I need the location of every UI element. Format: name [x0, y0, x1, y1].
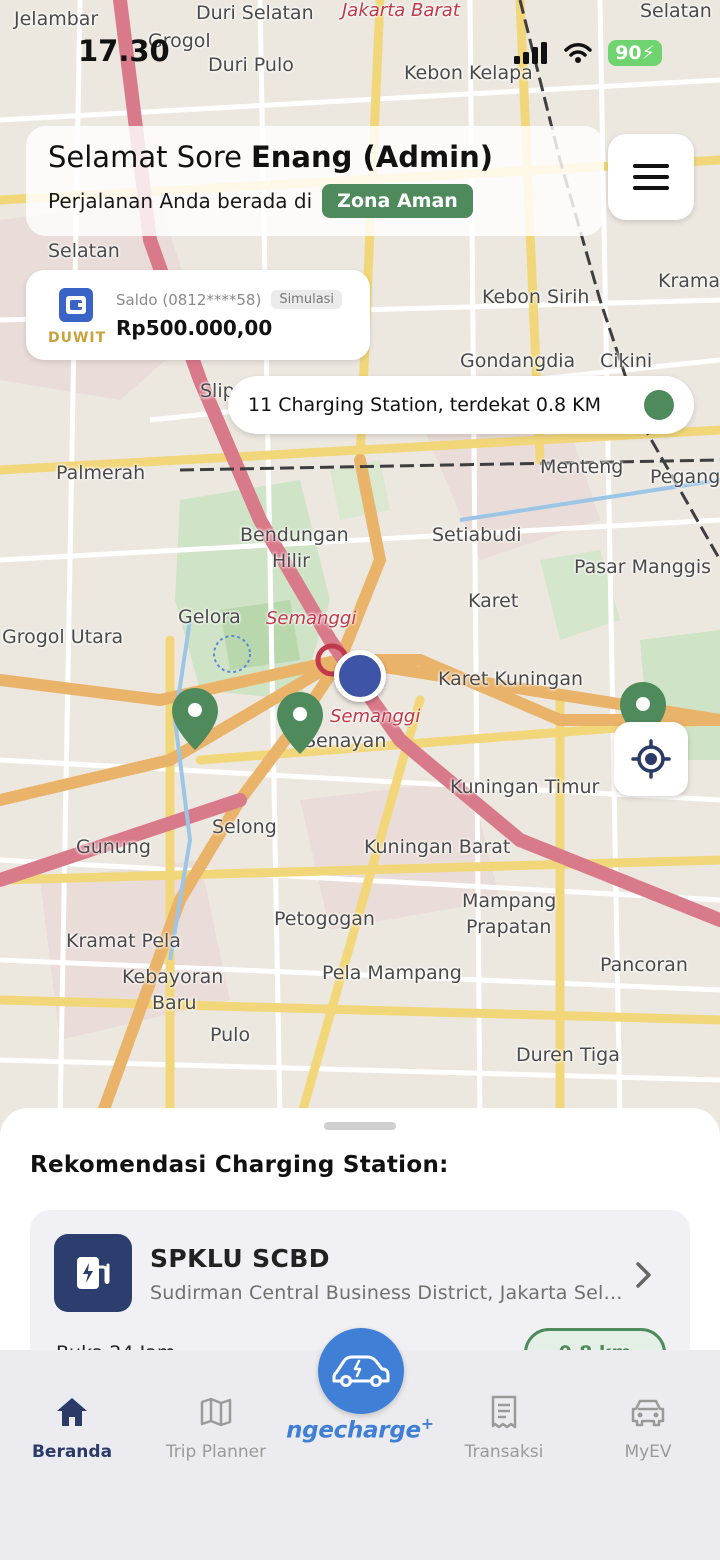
charging-bolt-icon: ⚡ — [641, 42, 655, 64]
wallet-icon — [59, 288, 93, 322]
map-label: Kramat Pela — [66, 930, 181, 952]
ev-car-icon — [332, 1355, 390, 1387]
map-label: Duri Selatan — [196, 2, 314, 24]
map-label: Pegang — [650, 466, 720, 488]
hamburger-menu-icon — [633, 164, 669, 190]
nav-item-beranda[interactable]: Beranda — [0, 1392, 144, 1462]
station-pin[interactable] — [172, 688, 218, 750]
nav-item-myev[interactable]: MyEV — [576, 1392, 720, 1462]
map-label: Krama — [658, 270, 720, 292]
map-label: Gelora — [178, 606, 241, 628]
sheet-drag-handle[interactable] — [324, 1122, 396, 1130]
saldo-label: Saldo (0812****58) — [116, 290, 262, 309]
wifi-icon — [564, 43, 592, 63]
map-label: Pasar Manggis — [574, 556, 712, 578]
map-label: Karet Kuningan — [438, 668, 584, 690]
map-label: Duren Tiga — [516, 1044, 620, 1066]
ngecharge-button[interactable] — [318, 1328, 404, 1414]
nav-label: Beranda — [31, 1442, 113, 1462]
user-name: Enang (Admin) — [250, 140, 494, 174]
nav-label: Transaksi — [464, 1442, 544, 1462]
map-label: Kebon Sirih — [482, 286, 590, 308]
map-label: Karet — [468, 590, 519, 612]
map-label: Hilir — [272, 550, 310, 572]
wallet-balance: Rp500.000,00 — [116, 316, 273, 340]
receipt-icon — [491, 1395, 517, 1429]
nav-label: Trip Planner — [165, 1442, 267, 1462]
status-icons: 90⚡ — [514, 40, 662, 66]
signal-icon — [514, 42, 548, 64]
ngecharge-plus: + — [420, 1414, 434, 1433]
menu-button[interactable] — [608, 134, 694, 220]
station-address: Sudirman Central Business District, Jaka… — [150, 1282, 630, 1304]
simulation-badge: Simulasi — [271, 290, 343, 309]
map-label: Palmerah — [56, 462, 146, 484]
station-count-pill[interactable]: 11 Charging Station, terdekat 0.8 KM — [228, 376, 694, 434]
zone-prefix: Perjalanan Anda berada di — [48, 189, 313, 213]
car-icon — [631, 1399, 665, 1427]
ngecharge-text: ngecharge — [286, 1417, 421, 1444]
map-label: Baru — [152, 992, 197, 1014]
map-label: Selong — [212, 816, 277, 838]
map-icon — [200, 1397, 232, 1427]
greeting-card: Selamat Sore Enang (Admin) Perjalanan An… — [26, 126, 604, 236]
crosshair-icon — [631, 739, 671, 779]
map-label: Semanggi — [330, 706, 421, 727]
map-label: Menteng — [540, 456, 624, 478]
station-icon-box — [54, 1234, 132, 1312]
nav-label: MyEV — [624, 1442, 672, 1462]
ev-charger-icon — [77, 1257, 110, 1289]
map-label: Cikini — [600, 350, 653, 372]
map-label: Selatan — [640, 0, 712, 22]
map-label: Kebayoran — [122, 966, 224, 988]
zone-badge: Zona Aman — [322, 184, 473, 218]
map-label: Setiabudi — [432, 524, 522, 546]
map-label: Petogogan — [274, 908, 375, 930]
wallet-logo-text: DUWIT — [48, 330, 107, 346]
map-label: Mampang — [462, 890, 557, 912]
map-label: Grogol Utara — [2, 626, 124, 648]
map-label: Pancoran — [600, 954, 688, 976]
map-label: Semanggi — [266, 608, 357, 629]
duwit-logo: DUWIT — [48, 288, 107, 346]
battery-level: 90 — [615, 42, 642, 64]
map-label: Gondangdia — [460, 350, 576, 372]
map-label: Jakarta Barat — [342, 0, 460, 21]
greeting-salutation: Selamat Sore — [48, 140, 242, 174]
ngecharge-label: ngecharge+ — [260, 1414, 460, 1444]
user-location-marker — [334, 650, 386, 702]
map-label: Jelambar — [14, 8, 99, 30]
battery-indicator: 90⚡ — [608, 40, 662, 66]
status-time: 17.30 — [78, 34, 170, 68]
station-name: SPKLU SCBD — [150, 1244, 330, 1273]
map-label: Prapatan — [466, 916, 552, 938]
map-label: Bendungan — [240, 524, 349, 546]
map-label: Pela Mampang — [322, 962, 462, 984]
map-label: Kuningan Timur — [450, 776, 600, 798]
station-count-text: 11 Charging Station, terdekat 0.8 KM — [248, 394, 602, 416]
wallet-card[interactable]: DUWIT Saldo (0812****58) Simulasi Rp500.… — [26, 270, 370, 360]
map-label: Kuningan Barat — [364, 836, 511, 858]
map-label: Duri Pulo — [208, 54, 294, 76]
map-label: Gunung — [76, 836, 151, 858]
my-location-button[interactable] — [614, 722, 688, 796]
chevron-right-icon[interactable] — [634, 1260, 654, 1290]
map-label: Pulo — [210, 1024, 251, 1046]
home-icon — [57, 1398, 87, 1426]
status-dot — [644, 390, 674, 420]
station-pin[interactable] — [277, 692, 323, 754]
recommendation-title: Rekomendasi Charging Station: — [30, 1152, 449, 1178]
map-label: Selatan — [48, 240, 120, 262]
